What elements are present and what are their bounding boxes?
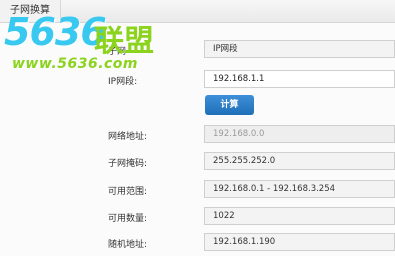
network-address-label: 网络地址: [108, 132, 148, 142]
usable-count-field: 1022 [204, 207, 395, 225]
random-address-label: 随机地址: [108, 240, 148, 250]
random-address-field: 192.168.1.190 [204, 233, 395, 251]
watermark-main-text: 5636 [4, 10, 107, 54]
network-address-field: 192.168.0.0 [204, 125, 395, 143]
usable-count-label: 可用数量: [108, 214, 148, 224]
subnet-mask-field: 255.255.252.0 [204, 152, 395, 170]
ip-segment-input[interactable]: 192.168.1.1 [204, 70, 395, 88]
mode-select-field[interactable]: IP网段 [204, 40, 395, 58]
usable-range-label: 可用范围: [108, 187, 148, 197]
watermark-url-text: www.5636.com [12, 56, 139, 72]
calculate-button[interactable]: 计算 [205, 95, 254, 115]
subnet-mask-label: 子网掩码: [108, 159, 148, 169]
watermark-cn-text: 联盟 [94, 24, 154, 59]
usable-range-field: 192.168.0.1 - 192.168.3.254 [204, 180, 395, 198]
watermark-logo: 5636 联盟 www.5636.com [2, 10, 192, 84]
